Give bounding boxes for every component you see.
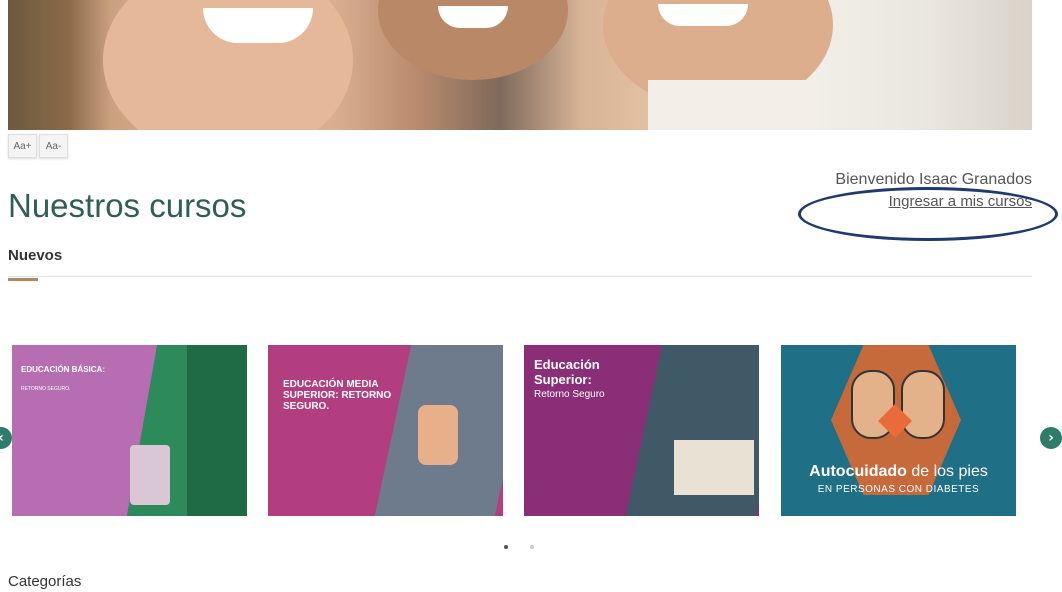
hero-shirt <box>648 80 818 130</box>
course-card-educacion-superior[interactable]: Educación Superior: Retorno Seguro <box>524 345 759 516</box>
font-size-controls: Aa+ Aa- <box>8 134 68 158</box>
course-card-educacion-media-superior[interactable]: EDUCACIÓN MEDIA SUPERIOR: RETORNO SEGURO… <box>268 345 503 516</box>
books-icon <box>674 440 754 495</box>
carousel-dot-2[interactable] <box>530 545 534 549</box>
card-4-title-bold: Autocuidado <box>809 463 907 480</box>
pencil-cup-icon <box>130 445 170 505</box>
chevron-left-icon[interactable]: ‹ <box>0 427 12 449</box>
foot-right-icon <box>901 370 945 439</box>
card-4-title: Autocuidado de los pies <box>781 463 1016 481</box>
hero-banner <box>8 0 1032 130</box>
card-3-subtitle: Retorno Seguro <box>534 389 605 400</box>
chevron-right-icon[interactable]: › <box>1040 427 1062 449</box>
section-divider-accent <box>8 278 38 281</box>
card-3-title: Educación Superior: <box>534 357 600 387</box>
hand-icon <box>418 405 458 465</box>
card-2-title: EDUCACIÓN MEDIA SUPERIOR: RETORNO SEGURO… <box>283 379 392 412</box>
font-increase-button[interactable]: Aa+ <box>8 134 37 158</box>
card-1-title: EDUCACIÓN BÁSICA: <box>21 365 105 374</box>
card-1-subtitle: RETORNO SEGURO. <box>21 386 71 392</box>
hero-smile-3 <box>658 4 748 26</box>
page-title: Nuestros cursos <box>8 187 247 224</box>
carousel-pagination <box>504 545 534 549</box>
annotation-ellipse <box>798 187 1058 241</box>
section-heading-categories: Categorías <box>8 573 82 590</box>
section-divider <box>8 276 1032 277</box>
course-card-educacion-basica[interactable]: EDUCACIÓN BÁSICA: RETORNO SEGURO. <box>12 345 247 516</box>
course-card-autocuidado-pies[interactable]: Autocuidado de los pies EN PERSONAS CON … <box>781 345 1016 516</box>
section-heading-new: Nuevos <box>8 247 63 264</box>
carousel-dot-1[interactable] <box>504 545 508 549</box>
font-decrease-button[interactable]: Aa- <box>39 134 68 158</box>
card-4-subtitle: EN PERSONAS CON DIABETES <box>817 484 980 495</box>
card-1-board <box>187 345 247 516</box>
card-4-title-rest: de los pies <box>906 463 988 480</box>
hero-smile-2 <box>438 6 508 28</box>
